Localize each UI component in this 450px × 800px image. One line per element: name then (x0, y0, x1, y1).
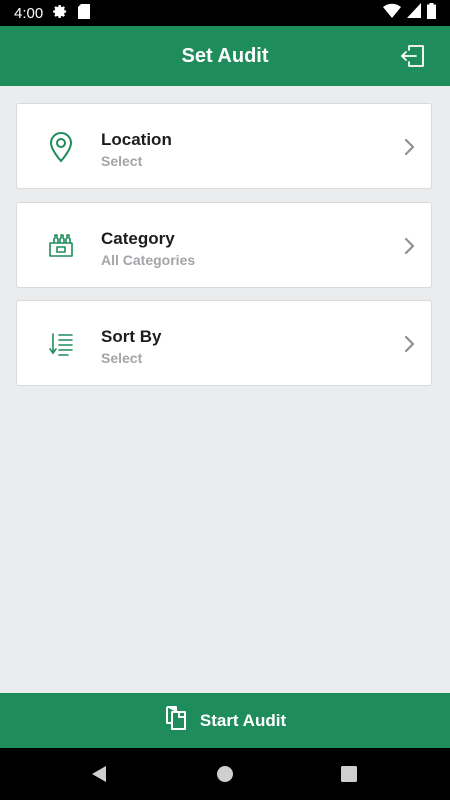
signal-icon (407, 3, 421, 23)
chevron-right-icon (404, 138, 415, 156)
chevron-right-icon (404, 335, 415, 353)
location-pin-icon (45, 131, 77, 163)
sort-by-value: Select (101, 350, 143, 366)
status-bar-right (383, 2, 436, 24)
system-nav-bar (0, 748, 450, 800)
page-title: Set Audit (181, 44, 269, 67)
settings-icon (53, 4, 68, 23)
app-bar: Set Audit (0, 26, 450, 86)
sort-by-title: Sort By (101, 327, 162, 346)
location-row[interactable]: Location Select (16, 103, 432, 189)
recents-icon[interactable] (341, 766, 357, 782)
start-audit-button[interactable]: Start Audit (0, 693, 450, 748)
battery-icon (427, 2, 436, 24)
category-title: Category (101, 229, 175, 248)
status-bar-left: 4:00 (14, 3, 91, 23)
status-time: 4:00 (14, 4, 44, 22)
clipboard-copy-icon (164, 705, 188, 736)
category-row[interactable]: Category All Categories (16, 202, 432, 288)
logout-icon (401, 45, 424, 67)
sd-card-icon (78, 3, 91, 23)
status-bar: 4:00 (0, 0, 450, 26)
back-icon[interactable] (90, 765, 108, 783)
sort-by-row[interactable]: Sort By Select (16, 300, 432, 386)
home-icon[interactable] (216, 765, 234, 783)
chevron-right-icon (404, 237, 415, 255)
sort-list-icon (45, 328, 77, 360)
wifi-icon (383, 3, 401, 23)
category-value: All Categories (101, 252, 196, 268)
bottle-crate-icon (45, 230, 77, 262)
logout-button[interactable] (400, 43, 426, 69)
location-value: Select (101, 153, 143, 169)
location-title: Location (101, 130, 172, 149)
start-audit-label: Start Audit (199, 710, 287, 730)
